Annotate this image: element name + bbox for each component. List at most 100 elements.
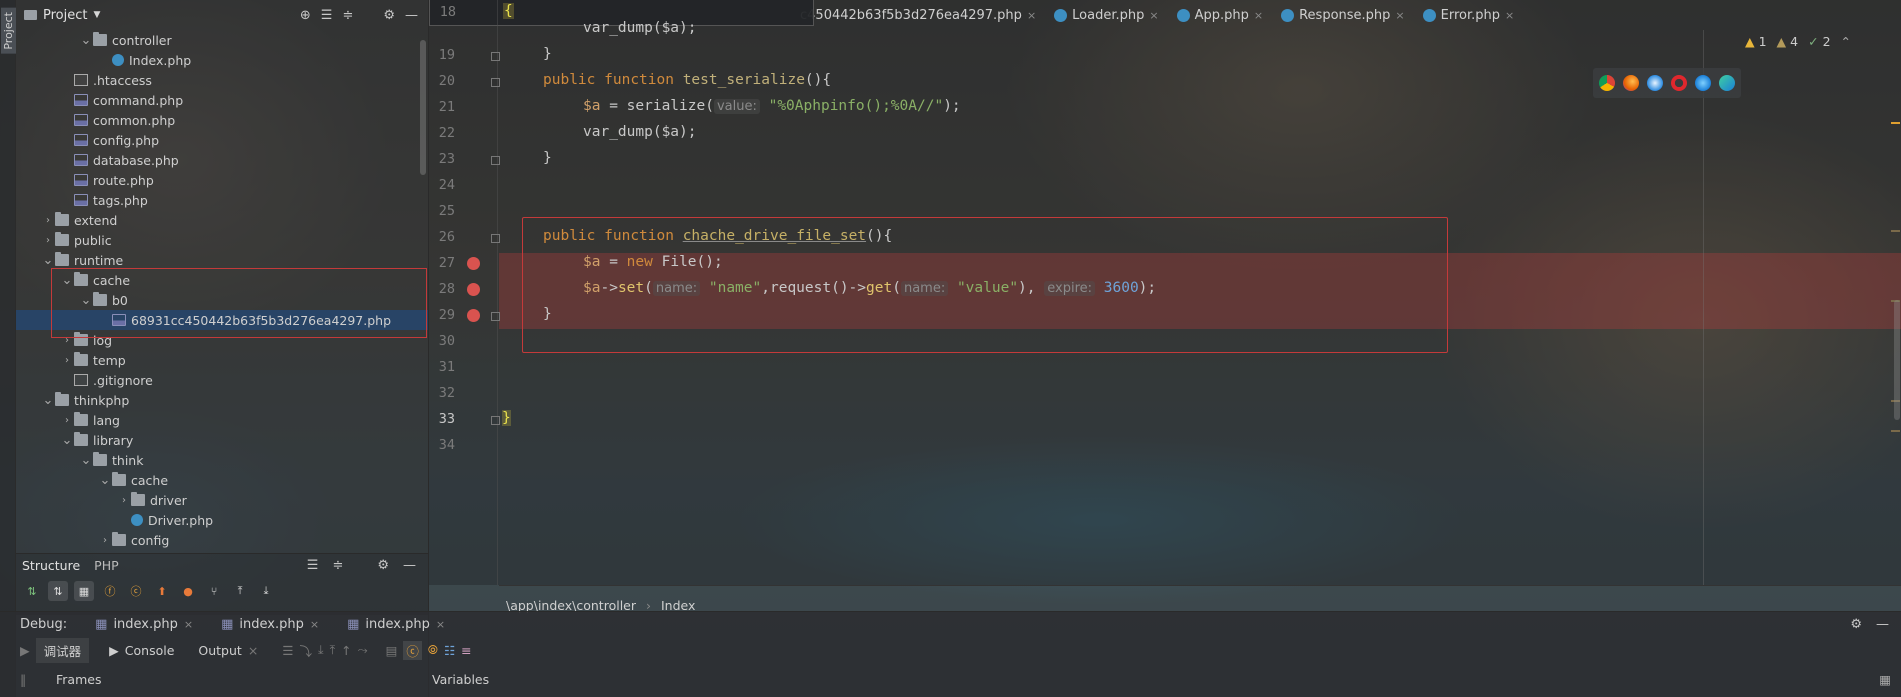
chevron-right-icon[interactable]: › [60, 415, 74, 426]
stripe-marker[interactable] [1891, 122, 1900, 124]
tree-file[interactable]: route.php [16, 170, 428, 190]
tab-php[interactable]: PHP [94, 558, 118, 573]
expand-all-icon[interactable]: ☰ [321, 8, 333, 23]
tree-file[interactable]: common.php [16, 110, 428, 130]
tree-folder[interactable]: › lang [16, 410, 428, 430]
gear-icon[interactable]: ⚙ [383, 8, 395, 23]
close-icon[interactable]: × [436, 618, 445, 631]
chevron-right-icon[interactable]: › [41, 215, 55, 226]
chevron-up-icon[interactable]: ⌃ [1841, 34, 1851, 49]
tree-file[interactable]: command.php [16, 90, 428, 110]
chrome-icon[interactable] [1599, 75, 1615, 91]
tree-folder[interactable]: ⌄ library [16, 430, 428, 450]
tree-file[interactable]: config.php [16, 130, 428, 150]
code-line[interactable]: public function test_serialize(){ [543, 72, 831, 88]
tree-folder[interactable]: ⌄ controller [16, 30, 428, 50]
editor-tab[interactable]: Loader.php × [1054, 8, 1159, 23]
gear-icon[interactable]: ⚙ [1850, 617, 1862, 632]
force-step-icon[interactable]: ⤒ [330, 642, 336, 658]
show-private-icon[interactable]: ● [178, 581, 198, 601]
layout-icon[interactable]: ▦ [1879, 672, 1891, 687]
close-icon[interactable]: × [184, 618, 193, 631]
minimize-icon[interactable]: — [1876, 617, 1889, 632]
frames-icon[interactable]: ▤ [386, 643, 398, 658]
project-title[interactable]: Project [43, 8, 87, 23]
watches-icon[interactable]: ⦾ [428, 642, 438, 658]
step-into-icon[interactable]: ⤵ [300, 641, 313, 660]
tree-file[interactable]: Driver.php [16, 510, 428, 530]
tree-scrollbar[interactable] [420, 40, 426, 175]
close-icon[interactable]: × [248, 643, 258, 658]
close-icon[interactable]: × [310, 618, 319, 631]
list-icon[interactable]: ☷ [444, 643, 455, 658]
minimize-icon[interactable]: — [405, 8, 418, 23]
tree-file[interactable]: .htaccess [16, 70, 428, 90]
pause-icon[interactable]: ‖ [20, 672, 50, 687]
fold-icon[interactable] [491, 234, 500, 243]
collapse-all-icon[interactable]: ≑ [332, 558, 343, 573]
tree-file[interactable]: tags.php [16, 190, 428, 210]
sort-icon[interactable]: ⇅ [22, 581, 42, 601]
opera-icon[interactable] [1671, 75, 1687, 91]
evaluate-icon[interactable]: ⤳ [358, 642, 368, 658]
close-icon[interactable]: × [1505, 9, 1514, 22]
debug-session-tab[interactable]: ▦ index.php × [347, 617, 445, 632]
editor-scrollbar[interactable] [1894, 300, 1900, 420]
code-line[interactable]: var_dump($a); [583, 124, 697, 140]
show-constants-icon[interactable]: ⓒ [126, 581, 146, 601]
chevron-down-icon[interactable]: ⌄ [60, 433, 74, 448]
show-public-icon[interactable]: ⬆ [152, 581, 172, 601]
fold-icon[interactable] [491, 416, 500, 425]
coverage-icon[interactable]: ⓒ [403, 640, 422, 660]
autoscroll-from-source-icon[interactable]: ⤓ [256, 581, 276, 601]
chevron-down-icon[interactable]: ⌄ [79, 453, 93, 468]
tab-debugger[interactable]: 调试器 [35, 637, 90, 663]
stripe-marker[interactable] [1891, 430, 1900, 432]
minimize-icon[interactable]: — [403, 558, 416, 573]
ie-icon[interactable] [1695, 75, 1711, 91]
show-inherited-icon[interactable]: ▦ [74, 581, 94, 601]
tree-folder[interactable]: ⌄ think [16, 450, 428, 470]
close-icon[interactable]: × [1395, 9, 1404, 22]
error-stripe[interactable] [1889, 30, 1901, 585]
chevron-right-icon[interactable]: › [60, 355, 74, 366]
tree-folder[interactable]: › public [16, 230, 428, 250]
stripe-marker[interactable] [1891, 230, 1900, 232]
debug-session-tab[interactable]: ▦ index.php × [95, 617, 193, 632]
close-icon[interactable]: × [1027, 9, 1036, 22]
expand-all-icon[interactable]: ☰ [307, 558, 319, 573]
breakpoint-icon[interactable] [467, 283, 480, 296]
sort-alpha-icon[interactable]: ⇅ [48, 581, 68, 601]
editor-tab[interactable]: Response.php × [1281, 8, 1405, 23]
debug-session-tab[interactable]: ▦ index.php × [221, 617, 319, 632]
locate-icon[interactable]: ⊕ [300, 8, 311, 23]
tab-output[interactable]: Output [198, 643, 241, 658]
breakpoint-icon[interactable] [467, 257, 480, 270]
chevron-down-icon[interactable]: ▼ [93, 10, 100, 20]
tree-file[interactable]: Index.php [16, 50, 428, 70]
safari-icon[interactable] [1647, 75, 1663, 91]
chevron-right-icon[interactable]: › [117, 495, 131, 506]
settings-list-icon[interactable]: ≡ [461, 643, 471, 658]
step-out-icon[interactable]: ⤓ [318, 642, 324, 658]
close-icon[interactable]: × [1149, 9, 1158, 22]
code-line[interactable]: } [502, 410, 511, 426]
tree-folder[interactable]: ⌄ runtime [16, 250, 428, 270]
inspection-widget[interactable]: ▲ 1 ▲ 4 ✓ 2 ⌃ [1745, 34, 1851, 49]
gear-icon[interactable]: ⚙ [377, 558, 389, 573]
fold-icon[interactable] [491, 156, 500, 165]
step-over-icon[interactable]: ☰ [282, 643, 293, 658]
fold-icon[interactable] [491, 78, 500, 87]
tree-folder[interactable]: › config [16, 530, 428, 550]
show-fields-icon[interactable]: ⓕ [100, 581, 120, 601]
chevron-down-icon[interactable]: ⌄ [41, 253, 55, 268]
editor-tab[interactable]: App.php × [1176, 8, 1263, 23]
chevron-down-icon[interactable]: ⌄ [41, 393, 55, 408]
collapse-all-icon[interactable]: ≑ [342, 8, 353, 23]
project-tool-tab[interactable]: Project [1, 8, 16, 54]
tree-folder[interactable]: ⌄ cache [16, 470, 428, 490]
chevron-right-icon[interactable]: › [41, 235, 55, 246]
tab-console[interactable]: Console [125, 643, 175, 658]
run-to-cursor-icon[interactable]: ↑ [341, 643, 351, 658]
close-icon[interactable]: × [1254, 9, 1263, 22]
